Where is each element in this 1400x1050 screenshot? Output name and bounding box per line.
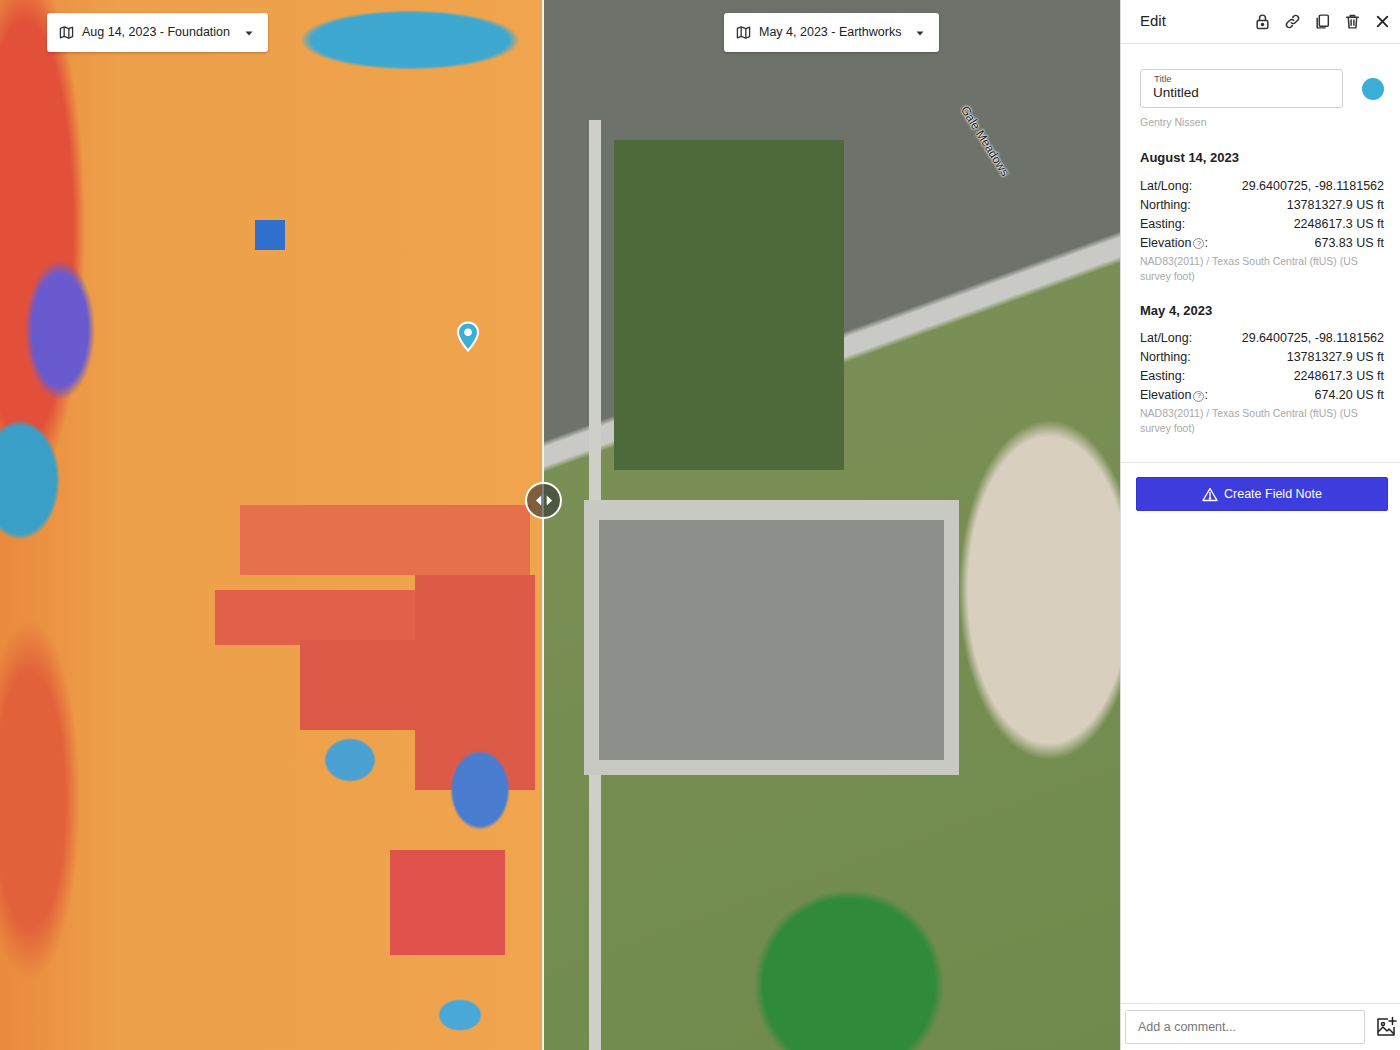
title-field: Title — [1140, 69, 1343, 108]
title-label: Title — [1154, 72, 1172, 86]
coordinate-label: Elevation?: — [1140, 386, 1208, 405]
coordinate-row: Elevation?: 674.20 US ft — [1140, 386, 1384, 405]
survey-dropdown[interactable]: Aug 14, 2023 - Foundation — [47, 13, 268, 52]
lock-icon[interactable] — [1254, 13, 1271, 30]
label-text: Elevation — [1140, 236, 1191, 250]
coordinate-label: Northing: — [1140, 348, 1191, 367]
add-image-icon[interactable] — [1375, 1016, 1397, 1038]
coordinate-label: Elevation?: — [1140, 234, 1208, 253]
coordinate-value: 2248617.3 US ft — [1294, 215, 1384, 234]
help-icon[interactable]: ? — [1193, 238, 1204, 249]
caret-down-icon — [244, 28, 254, 38]
coordinate-value: 29.6400725, -98.1181562 — [1242, 329, 1384, 348]
aerial-photo[interactable] — [544, 0, 1120, 1050]
label-suffix: : — [1204, 236, 1207, 250]
action-area: Create Field Note — [1121, 463, 1400, 525]
compare-slider-handle[interactable] — [525, 482, 562, 519]
label-text: Easting: — [1140, 217, 1185, 231]
snapshot-date: May 4, 2023 — [1140, 301, 1384, 321]
panel-header: Edit — [1121, 0, 1400, 44]
left-right-arrows-icon — [535, 494, 553, 507]
annotation-info: Title Gentry Nissen August 14, 2023 Lat/Lon… — [1121, 44, 1400, 463]
label-text: Lat/Long: — [1140, 331, 1192, 345]
snapshot-date: August 14, 2023 — [1140, 148, 1384, 168]
coordinate-row: Northing: 13781327.9 US ft — [1140, 196, 1384, 215]
warning-icon — [1202, 487, 1218, 502]
coordinate-label: Northing: — [1140, 196, 1191, 215]
link-icon[interactable] — [1284, 13, 1301, 30]
author-name: Gentry Nissen — [1140, 115, 1384, 131]
map-icon — [736, 25, 751, 40]
coordinate-row: Elevation?: 673.83 US ft — [1140, 234, 1384, 253]
label-text: Northing: — [1140, 198, 1191, 212]
snapshot-section: August 14, 2023 Lat/Long: 29.6400725, -98.… — [1140, 148, 1384, 284]
title-row: Title — [1140, 69, 1384, 108]
header-tools — [1254, 13, 1391, 30]
coordinate-value: 29.6400725, -98.1181562 — [1242, 177, 1384, 196]
copy-icon[interactable] — [1314, 13, 1331, 30]
edit-panel: Edit Title Gentry Nissen August 14, 2023 Lat… — [1120, 0, 1400, 1050]
help-icon[interactable]: ? — [1193, 391, 1204, 402]
coordinate-value: 2248617.3 US ft — [1294, 367, 1384, 386]
survey-label: Aug 14, 2023 - Foundation — [82, 23, 230, 42]
elevation-map[interactable] — [0, 0, 544, 1050]
coordinate-value: 13781327.9 US ft — [1287, 196, 1384, 215]
close-icon[interactable] — [1374, 13, 1391, 30]
snapshot-section: May 4, 2023 Lat/Long: 29.6400725, -98.1181… — [1140, 301, 1384, 437]
panel-spacer — [1121, 525, 1400, 1003]
compare-panes — [0, 0, 1120, 1050]
coordinate-label: Lat/Long: — [1140, 329, 1192, 348]
coordinate-row: Easting: 2248617.3 US ft — [1140, 215, 1384, 234]
crs-note: NAD83(2011) / Texas South Central (ftUS)… — [1140, 254, 1384, 284]
coordinate-row: Easting: 2248617.3 US ft — [1140, 367, 1384, 386]
button-label: Create Field Note — [1224, 485, 1322, 504]
caret-down-icon — [915, 28, 925, 38]
survey-label: May 4, 2023 - Earthworks — [759, 23, 901, 42]
trash-icon[interactable] — [1344, 13, 1361, 30]
label-suffix: : — [1204, 388, 1207, 402]
coordinate-row: Lat/Long: 29.6400725, -98.1181562 — [1140, 177, 1384, 196]
comment-input[interactable] — [1125, 1010, 1365, 1044]
coordinate-value: 673.83 US ft — [1315, 234, 1385, 253]
coordinate-row: Lat/Long: 29.6400725, -98.1181562 — [1140, 329, 1384, 348]
panel-heading: Edit — [1140, 10, 1166, 33]
coordinate-label: Easting: — [1140, 367, 1185, 386]
color-swatch[interactable] — [1362, 78, 1384, 100]
coordinate-value: 674.20 US ft — [1315, 386, 1385, 405]
label-text: Northing: — [1140, 350, 1191, 364]
comment-bar — [1121, 1003, 1400, 1050]
map-icon — [59, 25, 74, 40]
crs-note: NAD83(2011) / Texas South Central (ftUS)… — [1140, 406, 1384, 436]
map-view[interactable]: Aug 14, 2023 - Foundation May 4, 2023 - E… — [0, 0, 1120, 1050]
survey-dropdown[interactable]: May 4, 2023 - Earthworks — [724, 13, 939, 52]
label-text: Easting: — [1140, 369, 1185, 383]
coordinate-label: Easting: — [1140, 215, 1185, 234]
coordinate-label: Lat/Long: — [1140, 177, 1192, 196]
title-input[interactable] — [1153, 83, 1330, 103]
coordinate-row: Northing: 13781327.9 US ft — [1140, 348, 1384, 367]
create-field-note-button[interactable]: Create Field Note — [1136, 477, 1388, 511]
label-text: Lat/Long: — [1140, 179, 1192, 193]
label-text: Elevation — [1140, 388, 1191, 402]
location-pin-icon[interactable] — [456, 321, 480, 352]
coordinate-value: 13781327.9 US ft — [1287, 348, 1384, 367]
